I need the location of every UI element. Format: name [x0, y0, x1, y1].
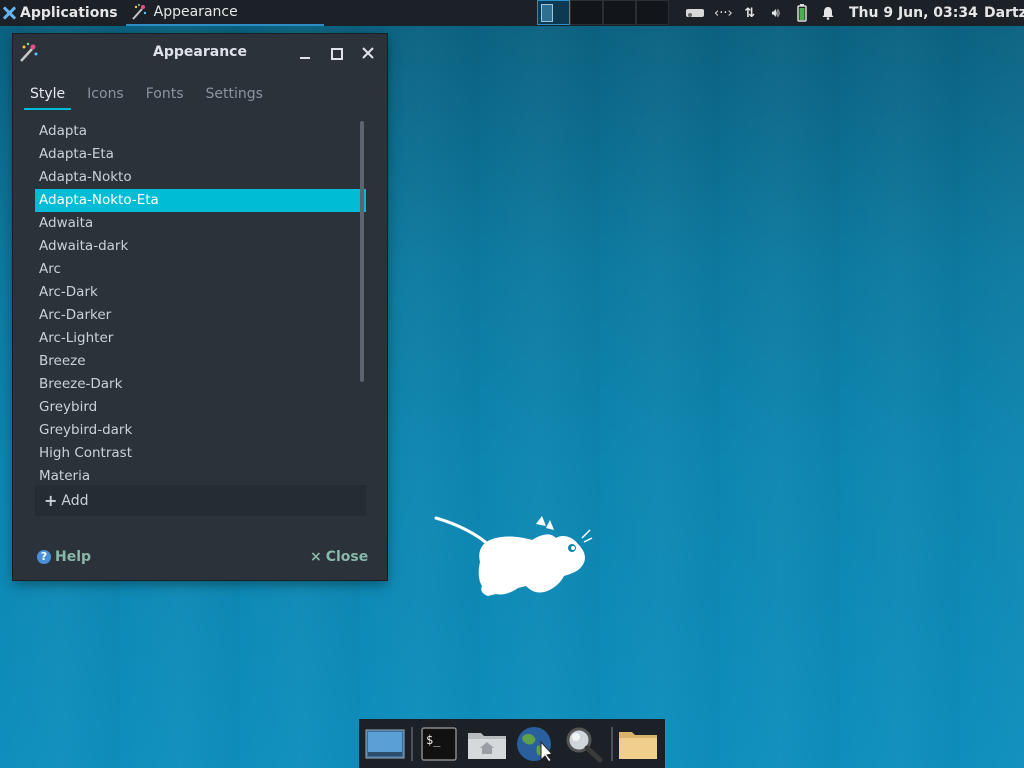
dock-panel: $_	[359, 719, 665, 768]
network-icon[interactable]: ‹··›	[714, 0, 733, 26]
tab-fonts[interactable]: Fonts	[140, 84, 190, 108]
theme-list-item[interactable]: Arc-Dark	[35, 281, 366, 304]
help-icon: ?	[37, 550, 51, 564]
tab-icons[interactable]: Icons	[81, 84, 130, 108]
workspace-switcher[interactable]	[537, 0, 669, 26]
theme-list-item[interactable]: Arc-Darker	[35, 304, 366, 327]
theme-list[interactable]: Adapta Adapta-Eta Adapta-Nokto Adapta-No…	[35, 120, 366, 485]
tab-style[interactable]: Style	[24, 84, 72, 110]
minimize-button[interactable]	[295, 43, 315, 63]
system-tray: ‹··› ⇅ 🔊︎	[684, 0, 837, 26]
home-folder-icon	[468, 732, 507, 759]
notification-bell-icon[interactable]	[819, 0, 837, 26]
theme-list-item[interactable]: Materia	[35, 465, 366, 485]
workspace-4[interactable]	[636, 0, 669, 25]
tab-settings[interactable]: Settings	[200, 84, 269, 108]
dock-separator	[411, 726, 414, 761]
workspace-3[interactable]	[603, 0, 636, 25]
search-icon	[566, 727, 603, 762]
applications-label: Applications	[20, 5, 118, 21]
theme-list-item[interactable]: Arc-Lighter	[35, 327, 366, 350]
network-transfer-icon[interactable]: ⇅	[741, 0, 759, 26]
clock[interactable]: Thu 9 Jun, 03:34	[849, 0, 978, 26]
help-label: Help	[55, 549, 92, 565]
theme-list-item[interactable]: Breeze	[35, 350, 366, 373]
terminal-button[interactable]: $_	[417, 722, 460, 766]
theme-list-item[interactable]: Breeze-Dark	[35, 373, 366, 396]
close-x-icon: ×	[310, 549, 322, 565]
help-button[interactable]: ? Help	[37, 547, 91, 567]
xfce-mouse-logo	[434, 516, 593, 596]
show-desktop-icon	[365, 729, 405, 758]
battery-icon[interactable]	[793, 0, 811, 26]
theme-list-item[interactable]: Adapta-Eta	[35, 143, 366, 166]
maximize-icon	[331, 48, 343, 60]
removable-drive-icon[interactable]	[684, 0, 706, 26]
close-label: Close	[325, 549, 369, 565]
maximize-button[interactable]	[326, 43, 346, 63]
close-icon	[362, 47, 374, 59]
close-window-button[interactable]	[358, 43, 378, 63]
theme-list-item[interactable]: Greybird	[35, 396, 366, 419]
theme-list-item-selected[interactable]: Adapta-Nokto-Eta	[35, 189, 366, 212]
taskbar-task-label: Appearance	[153, 4, 238, 20]
web-browser-button[interactable]	[514, 722, 557, 766]
theme-list-item[interactable]: High Contrast	[35, 442, 366, 465]
theme-list-item[interactable]: Adapta	[35, 120, 366, 143]
workspace-2[interactable]	[570, 0, 603, 25]
taskbar-task-appearance[interactable]: Appearance	[125, 0, 324, 26]
workspace-1[interactable]	[537, 0, 570, 25]
search-button[interactable]	[562, 722, 605, 766]
user-menu[interactable]: Dartz	[984, 0, 1024, 26]
dock-separator	[610, 726, 613, 761]
close-button[interactable]: × Close	[310, 547, 368, 567]
xfce-logo-icon	[2, 6, 16, 20]
show-desktop-button[interactable]	[363, 722, 406, 766]
appearance-window: Appearance Style Icons Fonts Settings Ad…	[13, 34, 387, 580]
theme-list-item[interactable]: Arc	[35, 258, 366, 281]
file-manager-icon	[619, 731, 658, 759]
theme-list-item[interactable]: Adwaita	[35, 212, 366, 235]
minimize-icon	[300, 57, 310, 59]
add-theme-button[interactable]: + Add	[35, 485, 366, 516]
add-label: Add	[61, 492, 89, 509]
applications-menu-button[interactable]: Applications	[0, 0, 122, 26]
web-browser-icon	[516, 726, 553, 763]
home-folder-button[interactable]	[466, 722, 509, 766]
appearance-wand-icon	[131, 4, 146, 20]
tab-bar: Style Icons Fonts Settings	[24, 84, 269, 110]
window-titlebar[interactable]: Appearance	[13, 34, 387, 72]
theme-list-item[interactable]: Greybird-dark	[35, 419, 366, 442]
volume-icon[interactable]: 🔊︎	[767, 0, 785, 26]
svg-text:$_: $_	[426, 733, 441, 747]
theme-list-scrollbar[interactable]	[360, 121, 364, 382]
theme-list-item[interactable]: Adapta-Nokto	[35, 166, 366, 189]
theme-list-item[interactable]: Adwaita-dark	[35, 235, 366, 258]
plus-icon: +	[44, 491, 58, 510]
terminal-icon: $_	[421, 726, 457, 761]
file-manager-button[interactable]	[617, 722, 660, 766]
